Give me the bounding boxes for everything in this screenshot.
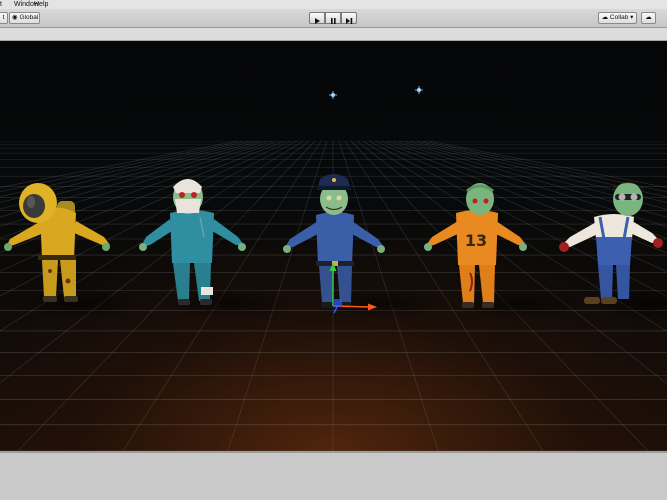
light-gizmo-icon[interactable] [329,91,337,99]
pivot-mode-button[interactable]: t [0,12,8,24]
collab-button[interactable]: ☁ Collab ▾ [598,12,637,24]
pause-button[interactable] [325,12,341,24]
doctor-zombie[interactable] [139,179,246,305]
play-button[interactable] [309,12,325,24]
hazmat-zombie[interactable] [4,183,110,302]
global-label: Global [19,14,39,21]
pause-icon [331,18,336,24]
collab-icon: ☁ [601,14,609,21]
collab-label: Collab [609,14,629,21]
play-icon [315,18,320,24]
pivot-mode-label: t [2,14,5,21]
scene-contents: 13 [4,86,667,319]
status-divider [0,451,667,453]
cloud-icon: ☁ [645,14,652,21]
menu-bar: t Window Help [0,0,667,9]
farmer-zombie[interactable] [559,182,663,304]
play-controls [309,12,357,24]
menu-item-help[interactable]: Help [34,0,48,9]
toolbar: t ◉ Global ☁ Collab ▾ ☁ [0,9,667,28]
step-button[interactable] [341,12,357,24]
light-gizmo-icon[interactable] [415,86,423,94]
scene-view[interactable]: 13 [0,41,667,451]
step-icon [346,18,353,24]
globe-icon: ◉ [12,14,18,21]
chevron-down-icon: ▾ [630,14,634,21]
menu-item-partial[interactable]: t [0,0,2,9]
status-bar [0,451,667,500]
cloud-button[interactable]: ☁ [641,12,656,24]
global-local-toggle[interactable]: ◉ Global [9,12,40,24]
scene-tab-strip [0,28,667,41]
prisoner-number: 13 [465,231,487,250]
